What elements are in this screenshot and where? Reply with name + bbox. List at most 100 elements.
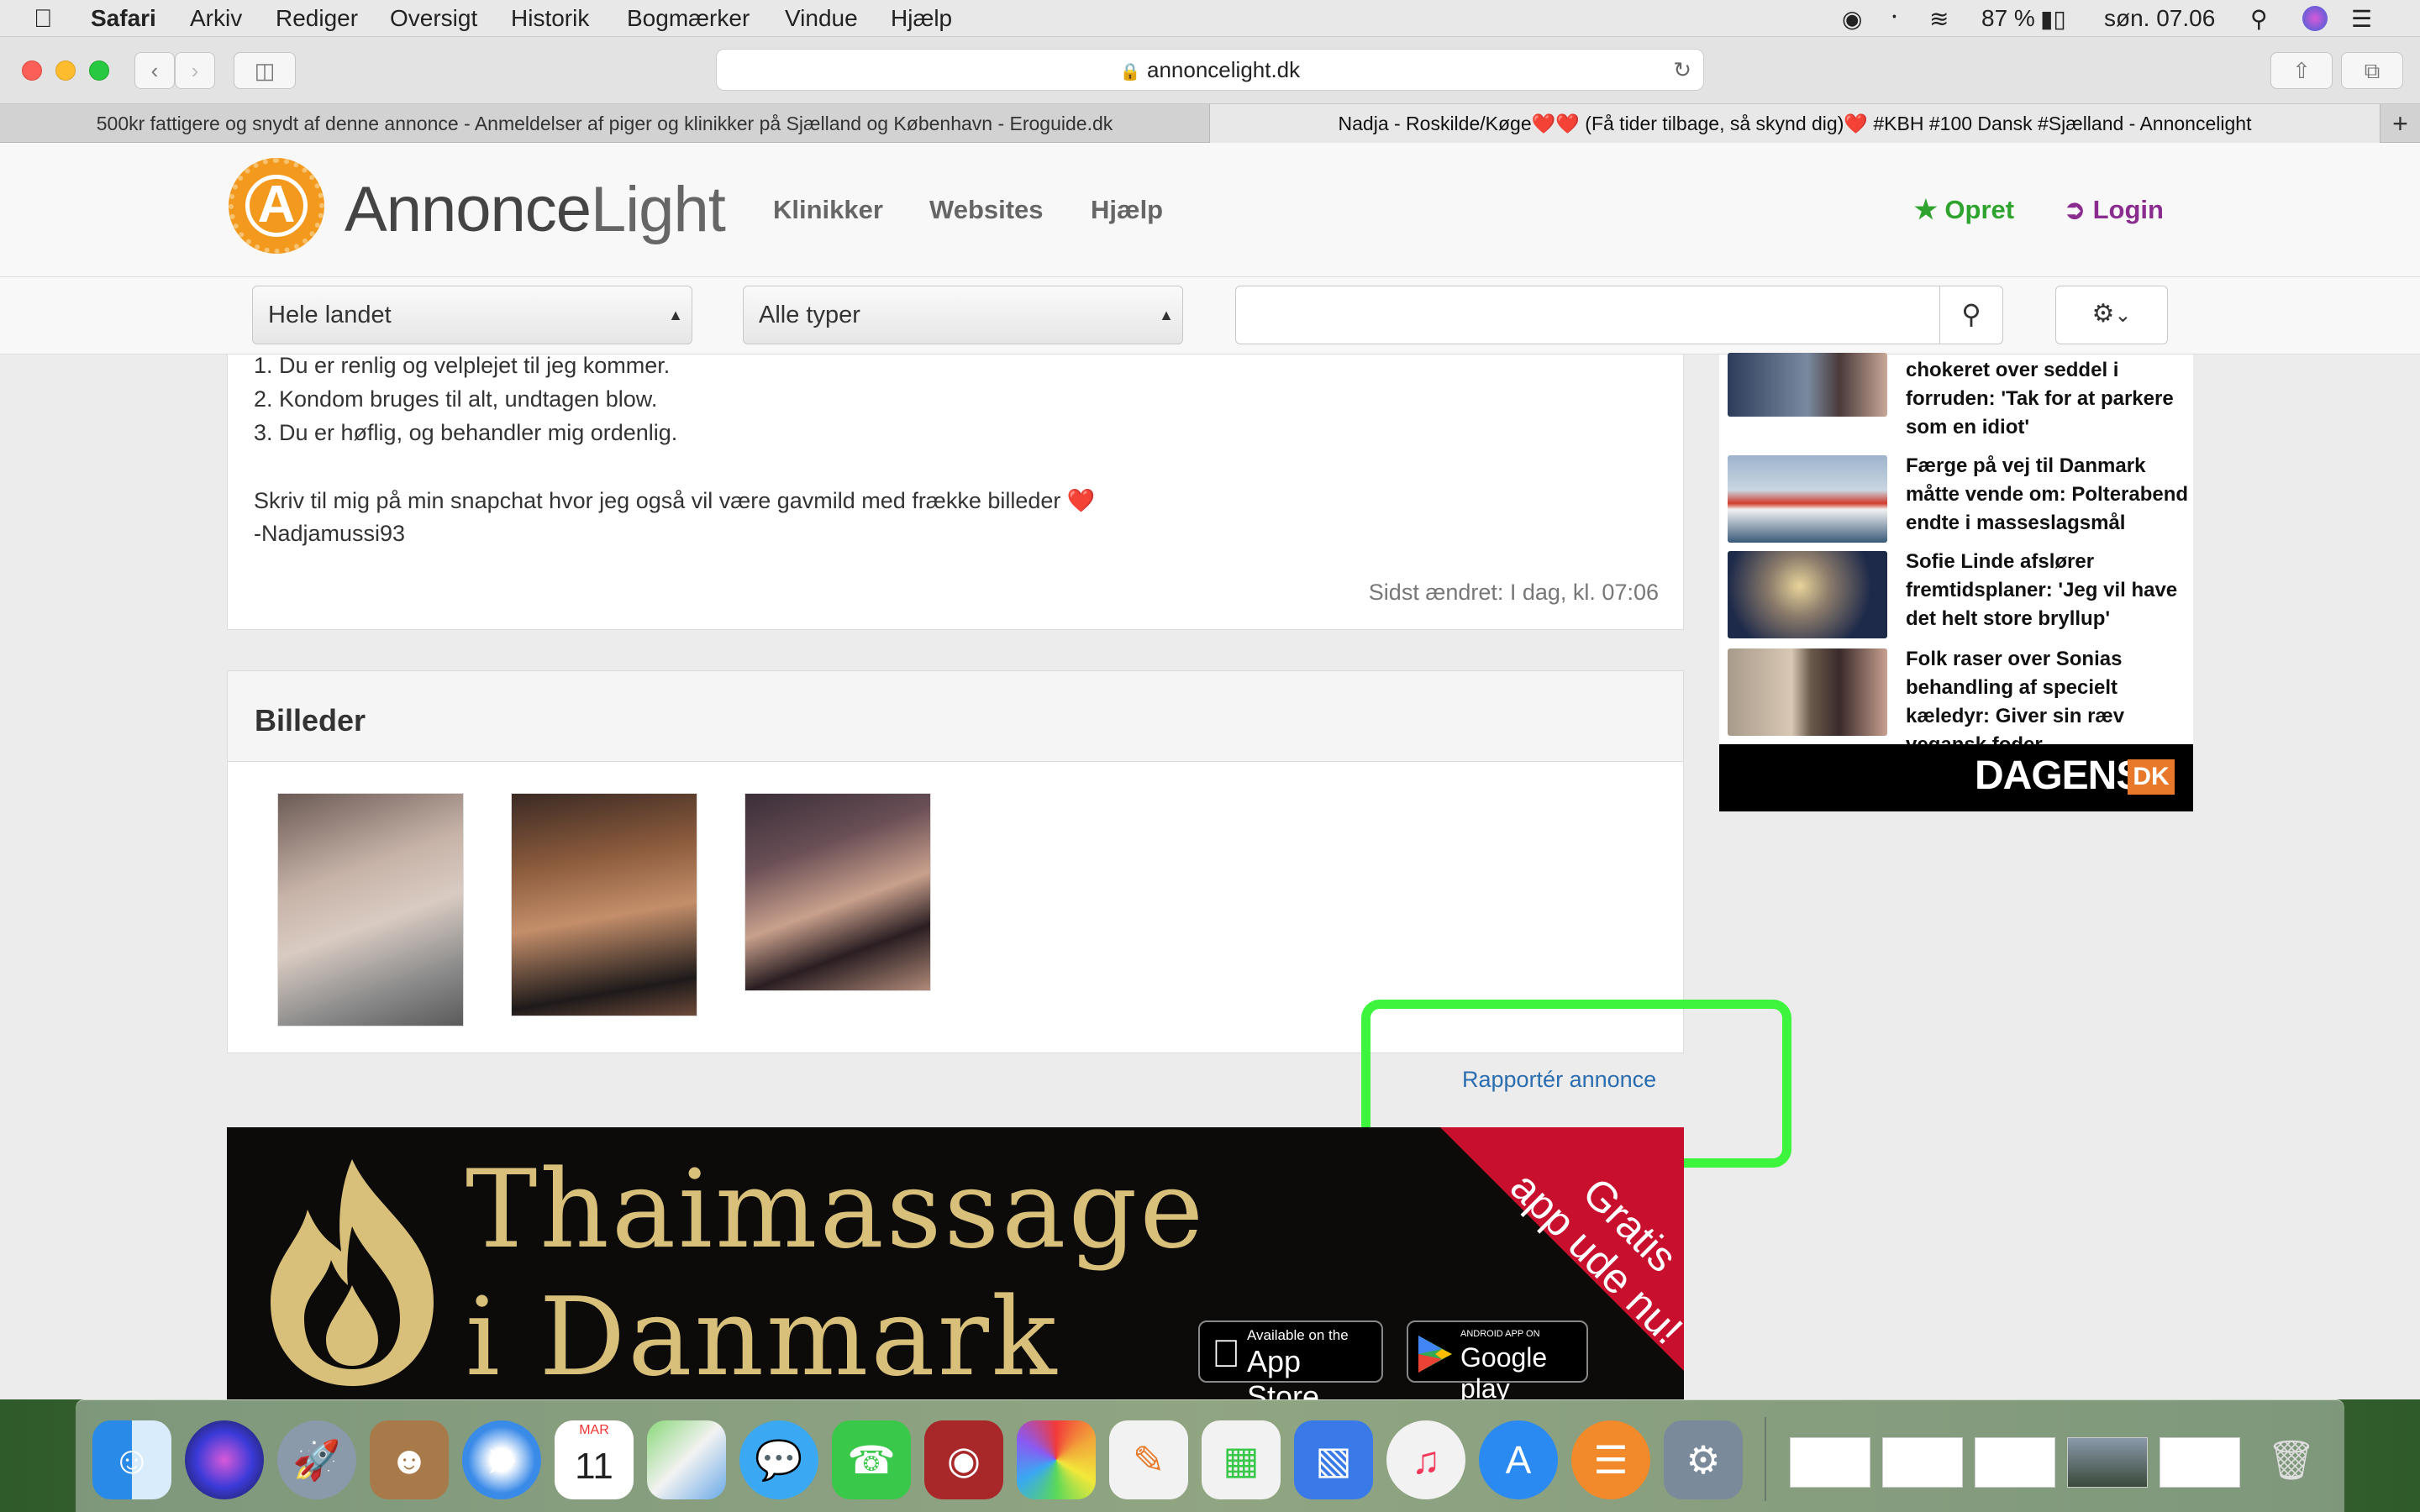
minimized-window[interactable] [2160,1437,2240,1488]
calendar-day: 11 [575,1446,613,1487]
menu-bogmaerker[interactable]: Bogmærker [627,5,750,32]
search-input[interactable] [1235,286,1941,344]
notification-center-icon[interactable]: ☰ [2351,5,2372,33]
ad-image-thumbnail[interactable] [277,793,464,1026]
news-title: chokeret over seddel i forruden: 'Tak fo… [1906,359,2174,438]
tab-overview-button[interactable]: ⧉ [2341,52,2403,89]
share-button[interactable]: ⇧ [2270,52,2333,89]
search-button[interactable]: ⚲ [1939,286,2003,344]
safari-icon[interactable]: ➤ [462,1420,541,1499]
tab-eroguide[interactable]: 500kr fattigere og snydt af denne annonc… [0,104,1210,143]
type-select-value: Alle typer [759,302,860,328]
google-play-icon [1418,1336,1452,1373]
wifi-icon[interactable]: ≋ [1929,5,1949,33]
news-item[interactable]: chokeret over seddel i forruden: 'Tak fo… [1724,353,2195,445]
calendar-icon[interactable]: MAR 11 [555,1420,634,1499]
create-ad-link[interactable]: ★ Opret [1914,195,2014,225]
numbers-icon[interactable]: ▦ [1202,1420,1281,1499]
apple-menu-icon[interactable]:  [34,5,53,34]
siri-dock-icon[interactable] [185,1420,264,1499]
menu-app-name[interactable]: Safari [91,5,156,32]
keynote-icon[interactable]: ▧ [1294,1420,1373,1499]
menu-rediger[interactable]: Rediger [276,5,358,32]
news-thumbnail [1728,648,1887,736]
calendar-month: MAR [579,1423,609,1437]
images-panel-header: Billeder [228,671,1683,762]
ad-image-thumbnail[interactable] [511,793,697,1016]
battery-icon[interactable]: ▮▯ [2040,5,2066,33]
siri-icon[interactable] [2302,6,2328,31]
photo-booth-icon[interactable]: ◉ [924,1420,1003,1499]
launchpad-icon[interactable]: 🚀 [277,1420,356,1499]
create-ad-label: Opret [1944,195,2015,224]
close-window-button[interactable] [22,60,42,81]
annoncelight-logo-icon[interactable]: A [229,158,324,254]
address-bar-url: annoncelight.dk [1147,57,1301,82]
spotlight-search-icon[interactable]: ⚲ [2250,5,2268,33]
ad-rule-3: 3. Du er høflig, og behandler mig ordenl… [254,420,678,445]
menubar-clock[interactable]: søn. 07.06 [2104,5,2215,32]
dagens-brand-bar[interactable]: DAGENS DK [1719,744,2193,811]
minimized-window[interactable] [1882,1437,1963,1488]
nav-klinikker[interactable]: Klinikker [773,195,883,225]
pages-icon[interactable]: ✎ [1109,1420,1188,1499]
zoom-window-button[interactable] [89,60,109,81]
minimize-window-button[interactable] [55,60,76,81]
forward-button[interactable]: › [175,52,215,89]
trash-icon[interactable]: 🗑 [2252,1420,2331,1499]
address-bar[interactable]: 🔒 annoncelight.dk ↻ [716,49,1704,91]
gear-icon: ⚙ [2091,300,2115,328]
dagens-logo-tag: DK [2128,759,2175,795]
nav-websites[interactable]: Websites [929,195,1044,225]
menu-vindue[interactable]: Vindue [785,5,858,32]
system-preferences-icon[interactable]: ⚙ [1664,1420,1743,1499]
messages-icon[interactable]: 💬 [739,1420,818,1499]
ad-signature: -Nadjamussi93 [254,521,406,546]
tab-bar: 500kr fattigere og snydt af denne annonc… [0,104,2420,143]
nav-hjaelp[interactable]: Hjælp [1091,195,1163,225]
google-play-big-text: Google play [1460,1342,1548,1399]
region-select-value: Hele landet [268,302,392,328]
menu-historik[interactable]: Historik [511,5,589,32]
region-select[interactable]: Hele landet ▲ [252,286,692,344]
minimized-window[interactable] [1790,1437,1870,1488]
menu-hjaelp[interactable]: Hjælp [891,5,952,32]
logo-text-light: Light [591,174,726,245]
news-item[interactable]: Sofie Linde afslører fremtidsplaner: 'Je… [1724,548,2195,640]
contacts-icon[interactable]: ☻ [370,1420,449,1499]
dock: ☺ 🚀 ☻ ➤ MAR 11 💬 ☎ ◉ ✎ ▦ ▧ ♫ A ☰ ⚙ 🗑 [76,1399,2344,1512]
reload-icon[interactable]: ↻ [1673,50,1691,90]
back-button[interactable]: ‹ [134,52,175,89]
finder-icon[interactable]: ☺ [92,1420,171,1499]
minimized-window[interactable] [2067,1437,2148,1488]
ibooks-icon[interactable]: ☰ [1571,1420,1650,1499]
news-item[interactable]: Folk raser over Sonias behandling af spe… [1724,645,2195,756]
minimized-window[interactable] [1975,1437,2055,1488]
last-modified: Sidst ændret: I dag, kl. 07:06 [1368,580,1659,605]
site-logo-text[interactable]: AnnonceLight [345,173,726,246]
maps-icon[interactable] [647,1420,726,1499]
app-store-badge[interactable]:  Available on the App Store [1198,1320,1383,1399]
sidebar-toggle-button[interactable]: ◫ [234,52,296,89]
itunes-icon[interactable]: ♫ [1386,1420,1465,1499]
tab-annoncelight-active[interactable]: Nadja - Roskilde/Køge❤️❤️ (Få tider tilb… [1210,104,2380,143]
browser-toolbar: ‹ › ◫ 🔒 annoncelight.dk ↻ ⇧ ⧉ [0,37,2420,104]
thaimassage-banner[interactable]: Thaimassage i Danmark Gratis app ude nu!… [227,1127,1684,1399]
type-select[interactable]: Alle typer ▲ [743,286,1183,344]
ad-image-thumbnail[interactable] [744,793,931,991]
bluetooth-icon[interactable]: ᛫ [1887,5,1902,32]
photos-icon[interactable] [1017,1420,1096,1499]
app-store-icon[interactable]: A [1479,1420,1558,1499]
login-link[interactable]: ➲ Login [2064,195,2164,225]
settings-dropdown-button[interactable]: ⚙⌄ [2055,286,2168,344]
menu-arkiv[interactable]: Arkiv [190,5,242,32]
facetime-icon[interactable]: ☎ [832,1420,911,1499]
news-thumbnail [1728,353,1887,417]
menu-oversigt[interactable]: Oversigt [390,5,477,32]
google-play-badge[interactable]: ANDROID APP ON Google play [1407,1320,1588,1399]
new-tab-button[interactable]: + [2380,104,2420,143]
news-item[interactable]: Færge på vej til Danmark måtte vende om:… [1724,452,2195,544]
apple-logo-icon:  [1212,1331,1241,1376]
screen-reader-icon[interactable]: ◉ [1842,5,1862,33]
ad-snapchat-line: Skriv til mig på min snapchat hvor jeg o… [254,488,1096,513]
